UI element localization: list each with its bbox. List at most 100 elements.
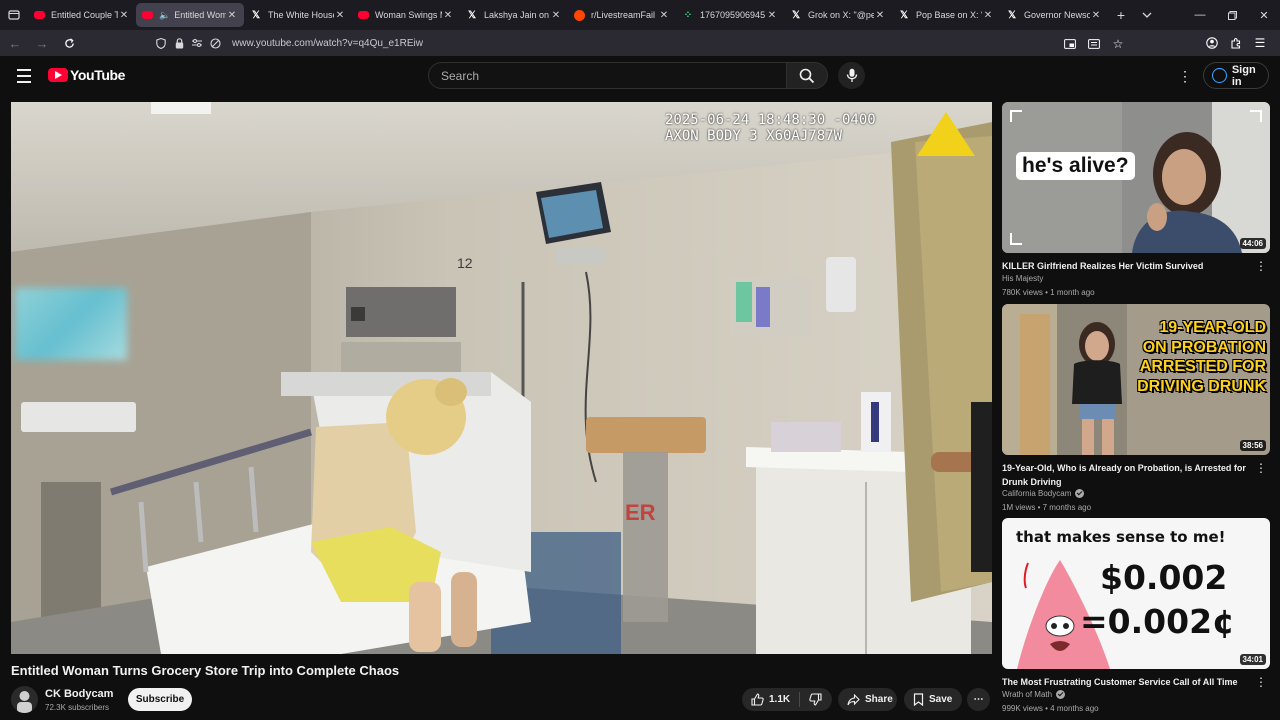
channel-avatar[interactable]	[11, 686, 38, 713]
share-button[interactable]: Share	[838, 688, 897, 711]
tab-label: Lakshya Jain on X: "	[484, 10, 550, 20]
sign-in-button[interactable]: Sign in	[1203, 62, 1269, 89]
reload-icon[interactable]	[57, 31, 81, 55]
grid-icon: ⁘	[683, 9, 693, 21]
tab-close-icon[interactable]: ✕	[658, 10, 670, 21]
url-bar[interactable]: www.youtube.com/watch?v=q4Qu_e1REiw ☆	[152, 32, 1130, 54]
browser-tab[interactable]: 𝕏 The White House on✕	[244, 3, 352, 27]
tab-close-icon[interactable]: ✕	[766, 10, 778, 21]
bodycam-overlay: 2025-06-24 18:48:30 -0400 AXON BODY 3 X60…	[665, 112, 876, 144]
search-button[interactable]	[786, 62, 828, 89]
save-button[interactable]: Save	[904, 688, 962, 711]
hamburger-menu-icon[interactable]	[14, 66, 34, 86]
app-menu-icon[interactable]: ☰	[1248, 31, 1272, 55]
tab-label: Entitled Woman	[174, 10, 226, 20]
back-arrow-icon[interactable]: ←	[3, 31, 27, 55]
like-count[interactable]: 1.1K	[769, 694, 790, 705]
voice-search-button[interactable]	[838, 62, 865, 89]
user-circle-icon	[1212, 68, 1227, 83]
account-icon[interactable]	[1200, 31, 1224, 55]
browser-tab[interactable]: Woman Swings Ma✕	[352, 3, 460, 27]
recommendation-channel[interactable]: His Majesty	[1002, 274, 1043, 283]
tab-close-icon[interactable]: ✕	[334, 10, 346, 21]
share-label: Share	[865, 694, 893, 705]
recommendation-thumbnail[interactable]: that makes sense to me! $0.002 =0.002¢ 3…	[1002, 518, 1270, 669]
browser-tab[interactable]: 𝕏 Pop Base on X: "20✕	[892, 3, 1000, 27]
lock-icon[interactable]	[170, 34, 188, 52]
sign-in-label: Sign in	[1231, 63, 1256, 88]
recommendation-channel[interactable]: California Bodycam	[1002, 489, 1085, 498]
probation-caption: 19-YEAR-OLD ON PROBATION ARRESTED FOR DR…	[1128, 318, 1266, 396]
tab-close-icon[interactable]: ✕	[442, 10, 454, 21]
tab-label: r/LivestreamFail	[591, 10, 656, 20]
autoplay-blocked-icon[interactable]	[206, 34, 224, 52]
recommendation-meta: 1M views • 7 months ago	[1002, 503, 1092, 512]
settings-more-icon[interactable]: ⋮	[1176, 66, 1194, 86]
browser-tab[interactable]: r/LivestreamFail ✕	[568, 3, 676, 27]
reader-view-icon[interactable]	[1082, 32, 1106, 56]
browser-tab[interactable]: 𝕏 Lakshya Jain on X: "✕	[460, 3, 568, 27]
speaker-icon[interactable]: 🔈	[159, 10, 170, 21]
restore-icon[interactable]	[1216, 0, 1248, 30]
math-caption-top: that makes sense to me!	[1016, 528, 1226, 546]
tab-list-chevron-icon[interactable]	[1134, 3, 1160, 27]
thumbs-up-icon[interactable]	[751, 693, 764, 706]
subscribe-button[interactable]: Subscribe	[128, 688, 192, 711]
tab-close-icon[interactable]: ✕	[1090, 10, 1102, 21]
recommendation-menu-icon[interactable]: ⋮	[1255, 675, 1267, 689]
tab-label: 1767095906945	[700, 10, 766, 20]
browser-tab[interactable]: 𝕏 Grok on X: "@pera✕	[784, 3, 892, 27]
more-actions-icon[interactable]: ⋯	[967, 688, 990, 711]
recommendation-menu-icon[interactable]: ⋮	[1255, 461, 1267, 475]
search-input[interactable]	[441, 68, 786, 83]
recommendation-menu-icon[interactable]: ⋮	[1255, 259, 1267, 273]
blurred-region	[15, 288, 127, 360]
recommendation-title[interactable]: The Most Frustrating Customer Service Ca…	[1002, 675, 1247, 689]
browser-tab[interactable]: Entitled Couple Turn✕	[28, 3, 136, 27]
x-icon: 𝕏	[791, 9, 801, 21]
tab-label: Governor Newsom	[1024, 10, 1090, 20]
video-duration: 34:01	[1239, 654, 1266, 665]
tab-overview-icon[interactable]	[0, 0, 28, 30]
youtube-icon	[34, 11, 45, 19]
browser-tab[interactable]: ⁘ 1767095906945 ✕	[676, 3, 784, 27]
new-tab-button[interactable]: +	[1108, 3, 1134, 27]
tab-label: Grok on X: "@pera	[808, 10, 874, 20]
recommendation-meta: 780K views • 1 month ago	[1002, 288, 1095, 297]
tab-close-icon[interactable]: ✕	[550, 10, 562, 21]
like-dislike-group: 1.1K	[742, 688, 832, 711]
minimize-icon[interactable]: —	[1184, 0, 1216, 30]
permissions-icon[interactable]	[188, 34, 206, 52]
browser-tab[interactable]: 𝕏 Governor Newsom✕	[1000, 3, 1108, 27]
thumbs-down-icon[interactable]	[809, 693, 822, 706]
channel-name[interactable]: CK Bodycam	[45, 688, 113, 700]
video-title: Entitled Woman Turns Grocery Store Trip …	[11, 663, 400, 678]
url-text[interactable]: www.youtube.com/watch?v=q4Qu_e1REiw	[232, 38, 423, 49]
video-frame-scene: ER 12	[11, 102, 992, 654]
channel-name-text[interactable]: California Bodycam	[1002, 489, 1071, 498]
recommendation-title[interactable]: 19-Year-Old, Who is Already on Probation…	[1002, 461, 1247, 489]
recommendation-thumbnail[interactable]: 19-YEAR-OLD ON PROBATION ARRESTED FOR DR…	[1002, 304, 1270, 455]
browser-tab[interactable]: 🔈 Entitled Woman✕	[136, 3, 244, 27]
microphone-icon	[846, 68, 857, 82]
tab-close-icon[interactable]: ✕	[982, 10, 994, 21]
room-number: 12	[457, 255, 473, 271]
channel-name-text[interactable]: His Majesty	[1002, 274, 1043, 283]
caption-line: DRIVING DRUNK	[1137, 377, 1266, 395]
bookmark-star-icon[interactable]: ☆	[1106, 32, 1130, 56]
search-box[interactable]	[428, 62, 787, 89]
close-window-icon[interactable]: ✕	[1248, 0, 1280, 30]
recommendation-thumbnail[interactable]: he's alive? 44:06	[1002, 102, 1270, 253]
tab-close-icon[interactable]: ✕	[118, 10, 130, 21]
youtube-logo[interactable]: YouTube	[48, 67, 125, 83]
shield-icon[interactable]	[152, 34, 170, 52]
tab-close-icon[interactable]: ✕	[874, 10, 886, 21]
forward-arrow-icon[interactable]: →	[30, 31, 54, 55]
video-player[interactable]: ER 12 2025-06-24 18:48:30 -0400 AXON BODY…	[11, 102, 992, 654]
channel-name-text[interactable]: Wrath of Math	[1002, 690, 1052, 699]
recommendation-channel[interactable]: Wrath of Math	[1002, 690, 1066, 699]
recommendation-title[interactable]: KILLER Girlfriend Realizes Her Victim Su…	[1002, 259, 1247, 273]
extensions-icon[interactable]	[1224, 31, 1248, 55]
picture-in-picture-icon[interactable]	[1058, 32, 1082, 56]
tab-close-icon[interactable]: ✕	[226, 10, 238, 21]
